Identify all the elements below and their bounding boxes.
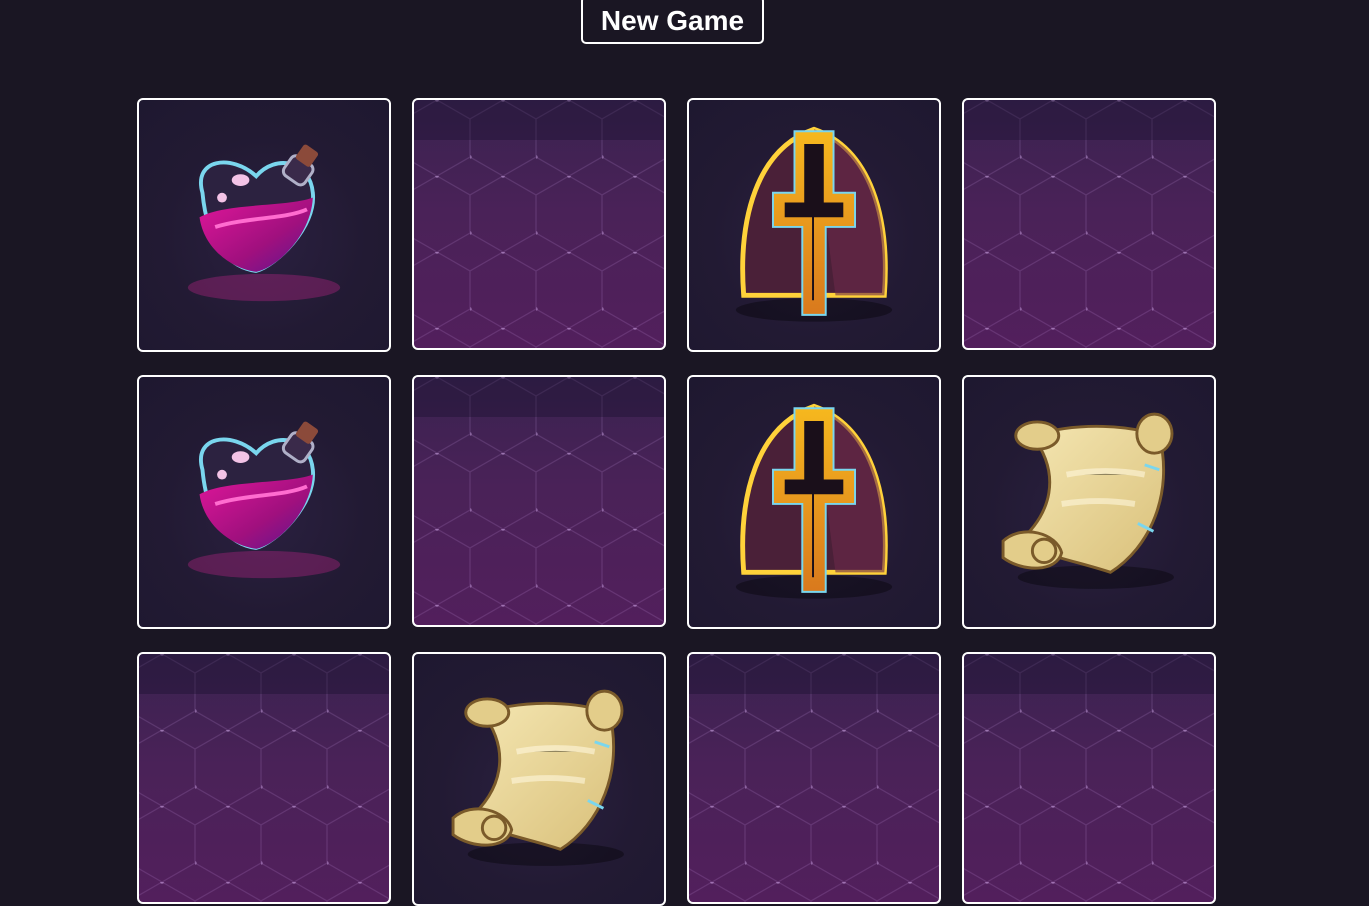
card-helmet[interactable] (687, 375, 941, 629)
hexagon-pattern-icon (964, 100, 1214, 348)
card-potion[interactable] (137, 375, 391, 629)
helmet-icon (735, 403, 893, 599)
card-face-down[interactable] (412, 375, 666, 627)
card-potion[interactable] (137, 98, 391, 352)
card-helmet[interactable] (687, 98, 941, 352)
card-face-down[interactable] (962, 98, 1216, 350)
potion-icon (187, 144, 341, 302)
scroll-icon (1001, 412, 1174, 589)
new-game-button[interactable]: New Game (581, 0, 764, 44)
card-scroll[interactable] (962, 375, 1216, 629)
potion-icon (187, 421, 341, 579)
hexagon-pattern-icon (414, 100, 664, 348)
scroll-icon (451, 689, 624, 866)
hexagon-pattern-icon (414, 377, 664, 625)
helmet-icon (735, 126, 893, 322)
card-scroll[interactable] (412, 652, 666, 906)
hexagon-pattern-icon (689, 654, 939, 902)
hexagon-pattern-icon (139, 654, 389, 902)
card-face-down[interactable] (412, 98, 666, 350)
card-face-down[interactable] (137, 652, 391, 904)
card-face-down[interactable] (962, 652, 1216, 904)
card-face-down[interactable] (687, 652, 941, 904)
card-grid (137, 98, 1216, 906)
hexagon-pattern-icon (964, 654, 1214, 902)
